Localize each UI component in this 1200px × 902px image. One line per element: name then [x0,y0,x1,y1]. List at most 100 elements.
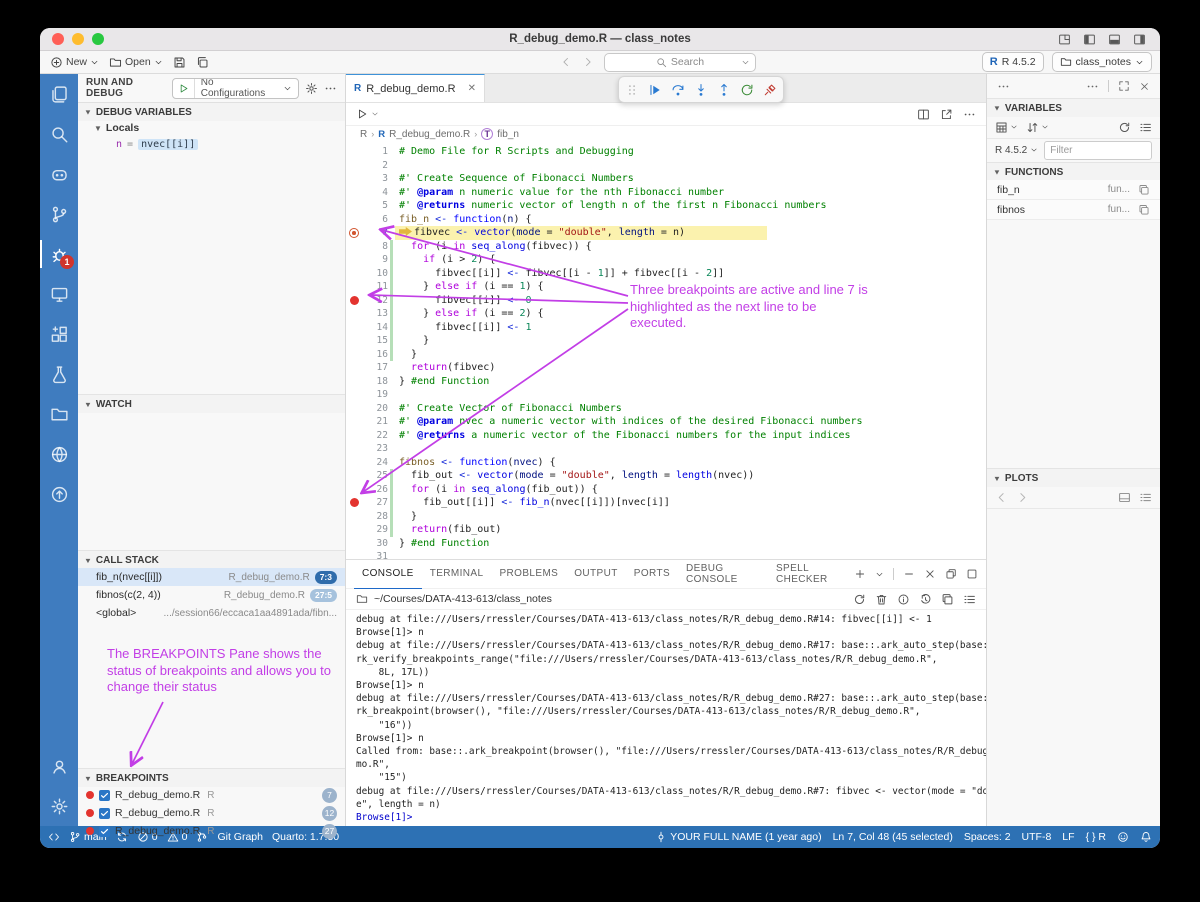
start-debug-button[interactable] [173,78,195,98]
plots-section-header[interactable]: ▼ PLOTS [987,468,1160,487]
sidebar-item-assistant[interactable] [40,154,78,194]
sort-button[interactable] [1026,121,1049,134]
breakpoint-gutter[interactable] [346,267,362,281]
local-variable-row[interactable]: n = nvec[[i]] [78,136,345,152]
breakpoint-gutter[interactable] [346,402,362,416]
breakpoint-gutter[interactable] [346,496,362,510]
breakpoint-gutter[interactable] [346,199,362,213]
code-text[interactable] [395,159,986,173]
minimize-panel-icon[interactable] [903,568,915,580]
breakpoint-gutter[interactable] [346,537,362,551]
code-text[interactable]: #' @param nvec a numeric vector with ind… [395,415,986,429]
sidebar-item-testing[interactable] [40,354,78,394]
call-stack-frame[interactable]: <global> .../session66/eccaca1aa4891ada/f… [78,604,345,622]
breakpoint-gutter[interactable] [346,334,362,348]
breakpoint-gutter[interactable] [346,415,362,429]
run-source-button[interactable] [356,108,368,120]
more-actions-icon[interactable] [963,108,976,121]
code-text[interactable]: } else if (i == 1) { [395,280,986,294]
info-icon[interactable] [897,593,910,606]
breakpoint-gutter[interactable] [346,172,362,186]
panel-tab-console[interactable]: CONSOLE [354,560,422,589]
breakpoint-gutter[interactable] [346,361,362,375]
plots-list-icon[interactable] [1139,491,1152,504]
maximize-panel-icon[interactable] [966,568,978,580]
breakpoint-checkbox[interactable] [99,789,110,801]
breakpoint-gutter[interactable] [346,294,362,308]
code-text[interactable]: fibvec[[i]] <- 1 [395,321,986,335]
refresh-variables-icon[interactable] [1118,121,1131,134]
breadcrumb-item[interactable]: R [360,129,367,140]
sidebar-item-folders[interactable] [40,394,78,434]
code-text[interactable]: return(fibvec) [395,361,986,375]
breakpoint-gutter[interactable] [346,375,362,389]
chevron-down-icon[interactable] [875,570,884,579]
breakpoint-gutter[interactable] [346,510,362,524]
variables-list-icon[interactable] [1139,121,1152,134]
duplicate-console-icon[interactable] [941,593,954,606]
console-output[interactable]: debug at file:///Users/rressler/Courses/… [346,610,986,826]
sidebar-item-search[interactable] [40,114,78,154]
nav-back-icon[interactable] [560,56,572,68]
code-text[interactable]: fibnos <- function(nvec) { [395,456,986,470]
step-over-button[interactable] [671,83,685,97]
breakpoint-gutter[interactable] [346,523,362,537]
breakpoint-gutter[interactable] [346,280,362,294]
nav-forward-icon[interactable] [582,56,594,68]
breakpoint-gutter[interactable] [346,213,362,227]
filter-input[interactable]: Filter [1044,140,1152,160]
new-console-icon[interactable] [854,568,866,580]
group-by-button[interactable] [995,121,1018,134]
breakpoint-row[interactable]: R_debug_demo.R R 12 [78,804,345,822]
code-text[interactable]: } #end Function [395,375,986,389]
code-text[interactable] [395,442,986,456]
breakpoint-gutter[interactable] [346,307,362,321]
clear-console-icon[interactable] [875,593,888,606]
function-row[interactable]: fibnos fun... [987,200,1160,220]
panel-tab-spell-checker[interactable]: SPELL CHECKER [768,560,854,589]
more-actions-icon[interactable] [1086,80,1099,93]
panel-bottom-icon[interactable] [1108,33,1121,46]
code-text[interactable]: fibvec <- vector(mode = "double", length… [395,226,986,240]
previous-plot-icon[interactable] [995,491,1008,504]
sidebar-item-explorer[interactable] [40,74,78,114]
breakpoint-row[interactable]: R_debug_demo.R R 27 [78,822,345,840]
code-text[interactable]: fib_out[[i]] <- fib_n(nvec[[i]])[nvec[i]… [395,496,986,510]
project-button[interactable]: class_notes [1051,52,1152,72]
customize-layout-icon[interactable] [1058,33,1071,46]
breakpoint-row[interactable]: R_debug_demo.R R 7 [78,786,345,804]
breakpoint-checkbox[interactable] [99,825,110,837]
close-panel-icon[interactable] [924,568,936,580]
code-text[interactable]: #' Create Sequence of Fibonacci Numbers [395,172,986,186]
breakpoint-gutter[interactable] [346,550,362,559]
sidebar-item-account[interactable] [40,746,78,786]
code-text[interactable]: #' @returns a numeric vector of the Fibo… [395,429,986,443]
code-text[interactable]: fibvec[[i]] <- fibvec[[i - 1]] + fibvec[… [395,267,986,281]
step-into-button[interactable] [694,83,708,97]
call-stack-frame[interactable]: fib_n(nvec[[i]]) R_debug_demo.R 7:3 [78,568,345,586]
status-git-blame[interactable]: YOUR FULL NAME (1 year ago) [655,831,822,843]
console-list-icon[interactable] [963,593,976,606]
code-text[interactable]: return(fib_out) [395,523,986,537]
code-text[interactable]: fib_out <- vector(mode = "double", lengt… [395,469,986,483]
call-stack-header[interactable]: ▼ CALL STACK [78,550,345,569]
code-text[interactable]: if (i > 2) { [395,253,986,267]
breakpoint-gutter[interactable] [346,442,362,456]
sidebar-item-source-control[interactable] [40,194,78,234]
breadcrumb-item[interactable]: R_debug_demo.R [389,129,470,140]
runtime-selector[interactable]: R 4.5.2 [995,145,1038,156]
function-row[interactable]: fib_n fun... [987,180,1160,200]
more-actions-icon[interactable] [324,82,337,95]
status-eol[interactable]: LF [1062,831,1074,843]
variables-section-header[interactable]: ▼ VARIABLES [987,98,1160,117]
code-text[interactable]: #' @returns numeric vector of length n o… [395,199,986,213]
code-text[interactable]: } [395,348,986,362]
breakpoint-gutter[interactable] [346,321,362,335]
view-function-icon[interactable] [1138,184,1150,196]
code-text[interactable]: } [395,510,986,524]
panel-tab-problems[interactable]: PROBLEMS [491,560,566,589]
status-language-mode[interactable]: { } R [1086,831,1106,843]
code-text[interactable]: #' @param n numeric value for the nth Fi… [395,186,986,200]
breadcrumb-item[interactable]: fib_n [497,129,519,140]
open-button[interactable]: Open [109,56,163,69]
